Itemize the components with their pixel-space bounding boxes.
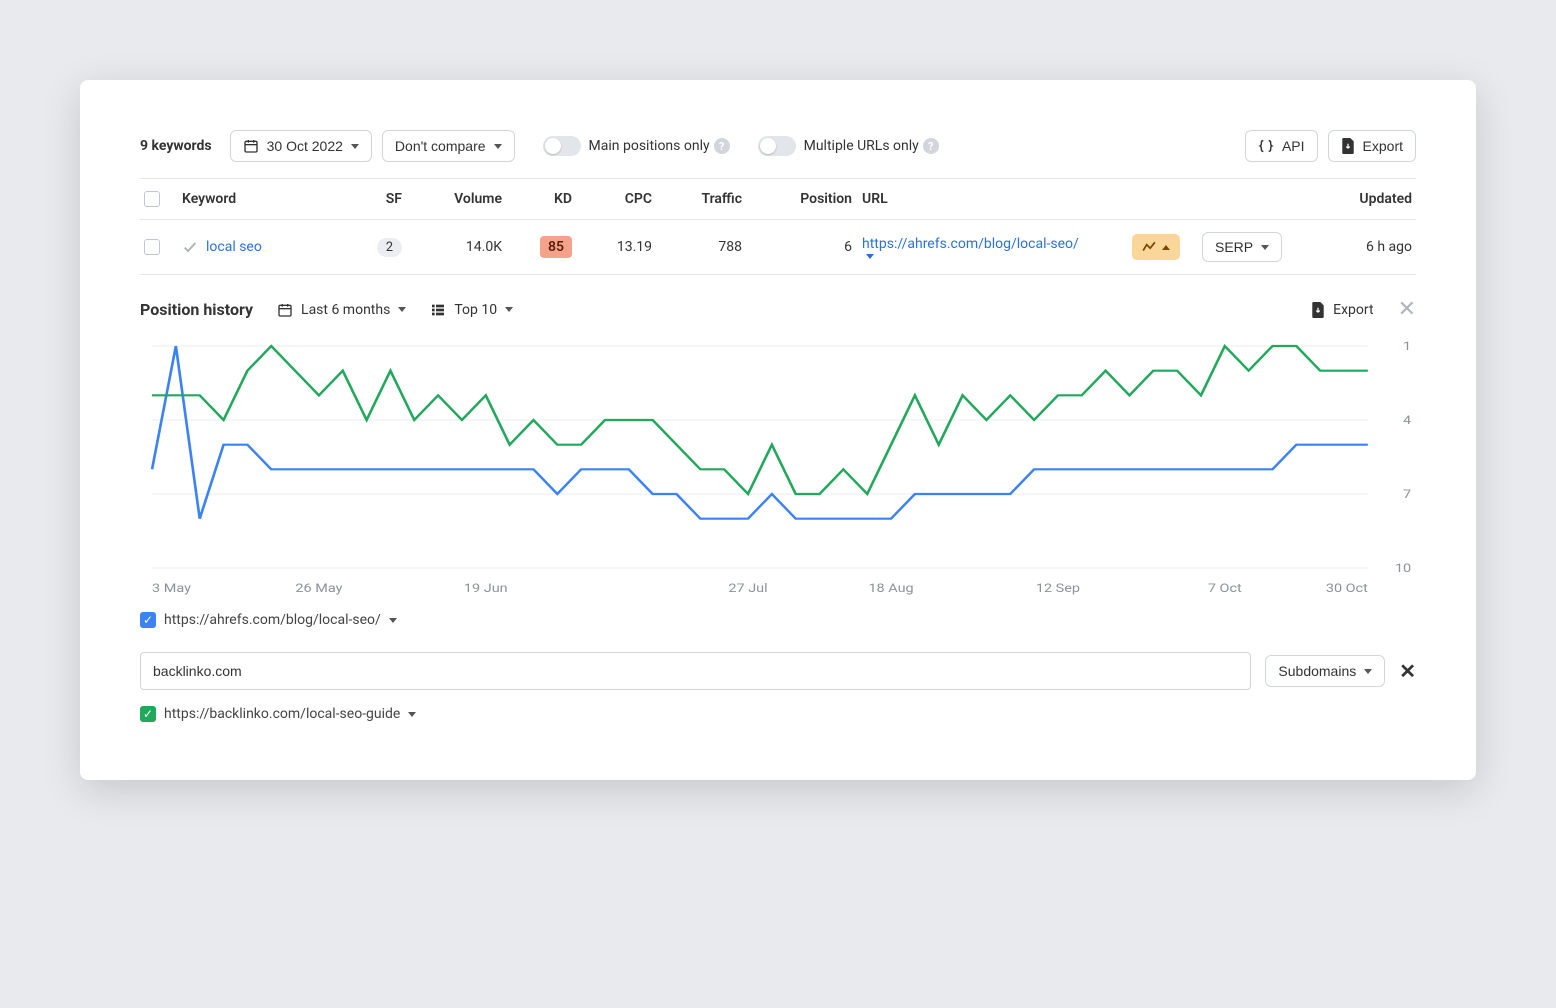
col-url[interactable]: URL (862, 191, 1122, 207)
chevron-down-icon (1261, 245, 1269, 250)
calendar-icon (243, 138, 259, 154)
top-n-label: Top 10 (454, 302, 497, 318)
svg-text:26 May: 26 May (295, 582, 343, 596)
url-link[interactable]: https://ahrefs.com/blog/local-seo/ (862, 236, 1079, 252)
api-label: API (1282, 138, 1305, 154)
chevron-down-icon[interactable] (866, 254, 874, 259)
svg-text:12 Sep: 12 Sep (1036, 582, 1080, 596)
download-file-icon (1311, 302, 1325, 318)
legend-item-series2[interactable]: ✓ https://backlinko.com/local-seo-guide (140, 690, 1416, 730)
help-icon[interactable]: ? (714, 138, 730, 154)
competitor-scope-label: Subdomains (1278, 663, 1356, 679)
chevron-down-icon (351, 144, 359, 149)
volume-cell: 14.0K (466, 239, 502, 255)
main-positions-toggle[interactable] (543, 136, 581, 156)
close-icon[interactable]: ✕ (1398, 297, 1416, 322)
legend-label: https://backlinko.com/local-seo-guide (164, 706, 400, 722)
position-cell: 6 (844, 239, 852, 255)
legend-label: https://ahrefs.com/blog/local-seo/ (164, 612, 381, 628)
multiple-urls-label: Multiple URLs only (804, 138, 919, 154)
col-cpc[interactable]: CPC (625, 191, 652, 207)
svg-text:27 Jul: 27 Jul (728, 582, 767, 596)
position-history-title: Position history (140, 300, 253, 319)
legend-item-series1[interactable]: ✓ https://ahrefs.com/blog/local-seo/ (140, 598, 1416, 636)
competitor-scope-select[interactable]: Subdomains (1265, 655, 1385, 687)
export-button[interactable]: Export (1328, 130, 1416, 162)
row-checkbox[interactable] (144, 239, 160, 255)
svg-text:10: 10 (1395, 562, 1411, 576)
calendar-icon (277, 302, 293, 318)
col-position[interactable]: Position (800, 191, 852, 207)
checkbox-checked-icon[interactable]: ✓ (140, 612, 156, 628)
table-header-row: Keyword SF Volume KD CPC Traffic Positio… (140, 179, 1416, 220)
traffic-cell: 788 (718, 239, 742, 255)
help-icon[interactable]: ? (923, 138, 939, 154)
chevron-down-icon[interactable] (389, 618, 397, 623)
export-label: Export (1363, 138, 1403, 154)
chart-line-icon (1142, 240, 1156, 254)
updated-cell: 6 h ago (1366, 239, 1412, 255)
serp-button[interactable]: SERP (1202, 232, 1282, 262)
col-updated[interactable]: Updated (1359, 191, 1412, 207)
history-export-button[interactable]: Export (1311, 302, 1373, 318)
svg-text:7: 7 (1403, 488, 1411, 502)
checkmark-icon (182, 239, 198, 255)
position-chart-toggle[interactable] (1132, 234, 1180, 260)
keyword-link[interactable]: local seo (206, 239, 262, 255)
competitor-input[interactable] (140, 652, 1251, 690)
date-range-label: Last 6 months (301, 302, 390, 318)
list-icon (430, 302, 446, 318)
date-picker-label: 30 Oct 2022 (267, 138, 343, 154)
serp-label: SERP (1215, 239, 1253, 255)
braces-icon (1258, 138, 1274, 154)
history-export-label: Export (1333, 302, 1373, 318)
sf-badge[interactable]: 2 (377, 238, 402, 257)
svg-text:30 Oct: 30 Oct (1326, 582, 1368, 596)
competitor-row: Subdomains ✕ (140, 636, 1416, 690)
chevron-down-icon (1364, 669, 1372, 674)
cpc-cell: 13.19 (617, 239, 652, 255)
api-button[interactable]: API (1245, 130, 1318, 162)
svg-text:4: 4 (1403, 414, 1412, 428)
download-file-icon (1341, 138, 1355, 154)
svg-text:3 May: 3 May (152, 582, 192, 596)
kd-badge: 85 (540, 236, 572, 258)
toolbar: 9 keywords 30 Oct 2022 Don't compare Mai… (140, 130, 1416, 178)
remove-competitor-button[interactable]: ✕ (1399, 659, 1416, 683)
position-history-chart[interactable]: 1 4 7 10 3 May 26 May 19 Jun 27 Jul 18 Aug 12 Sep… (140, 338, 1416, 598)
select-all-checkbox[interactable] (144, 191, 160, 207)
chevron-down-icon (398, 307, 406, 312)
col-traffic[interactable]: Traffic (701, 191, 742, 207)
chevron-down-icon (505, 307, 513, 312)
chevron-up-icon (1162, 245, 1170, 250)
checkbox-checked-icon[interactable]: ✓ (140, 706, 156, 722)
svg-text:7 Oct: 7 Oct (1208, 582, 1242, 596)
svg-text:1: 1 (1403, 340, 1411, 354)
main-panel: 9 keywords 30 Oct 2022 Don't compare Mai… (80, 80, 1476, 780)
chevron-down-icon[interactable] (408, 712, 416, 717)
table-row: local seo 2 14.0K 85 13.19 788 6 https:/… (140, 220, 1416, 275)
col-kd[interactable]: KD (554, 191, 572, 207)
svg-text:18 Aug: 18 Aug (868, 582, 913, 596)
date-range-select[interactable]: Last 6 months (277, 302, 406, 318)
col-volume[interactable]: Volume (454, 191, 502, 207)
col-keyword[interactable]: Keyword (182, 191, 332, 207)
keywords-table: Keyword SF Volume KD CPC Traffic Positio… (140, 178, 1416, 275)
compare-select[interactable]: Don't compare (382, 130, 515, 162)
chevron-down-icon (494, 144, 502, 149)
position-history-header: Position history Last 6 months Top 10 Ex… (140, 275, 1416, 334)
svg-text:19 Jun: 19 Jun (464, 582, 508, 596)
main-positions-label: Main positions only (589, 138, 710, 154)
keywords-count: 9 keywords (140, 138, 212, 154)
col-sf[interactable]: SF (386, 191, 402, 207)
compare-label: Don't compare (395, 138, 486, 154)
date-picker[interactable]: 30 Oct 2022 (230, 130, 372, 162)
top-n-select[interactable]: Top 10 (430, 302, 513, 318)
multiple-urls-toggle[interactable] (758, 136, 796, 156)
